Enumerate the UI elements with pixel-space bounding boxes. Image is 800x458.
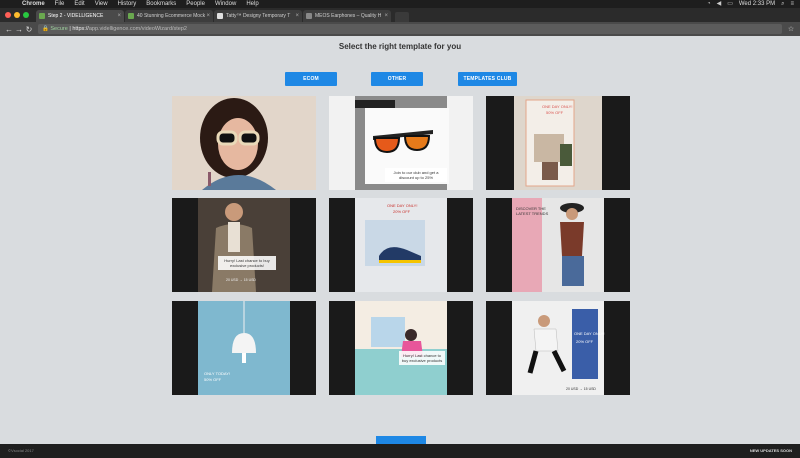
tab-close-icon[interactable]: × xyxy=(384,10,388,22)
new-updates-link[interactable]: NEW UPDATES SOON xyxy=(750,444,792,458)
template-card-sunglasses-portrait[interactable] xyxy=(172,96,316,190)
tab-label: Tatty™ Designy Temporary T xyxy=(226,13,291,19)
footer-copyright: ©Vsocial 2017 xyxy=(8,448,34,453)
card-subhead: 20% OFF xyxy=(576,339,594,344)
card-subhead: 20% OFF xyxy=(393,209,411,214)
menu-window[interactable]: Window xyxy=(215,0,236,8)
menu-view[interactable]: View xyxy=(95,0,108,8)
page-footer: ©Vsocial 2017 NEW UPDATES SOON xyxy=(0,444,800,458)
filter-ecom-button[interactable]: ECOM xyxy=(285,72,337,86)
woman-hat-image xyxy=(560,203,584,286)
bookmark-star-icon[interactable]: ☆ xyxy=(786,25,796,33)
tab-favicon-icon xyxy=(128,13,134,19)
menu-history[interactable]: History xyxy=(118,0,137,8)
url-text: app.videlligence.com/videoWizard/step2 xyxy=(88,26,187,32)
status-area: ◔ ◀ ▭ Wed 2:33 PM ⌕ ≡ xyxy=(707,0,794,8)
wifi-icon[interactable]: ◔ xyxy=(707,0,711,8)
tab-label: 40 Stunning Ecommerce Mock xyxy=(137,13,206,19)
template-card-jumping-man[interactable]: ONE DAY ONLY! 20% OFF 20 USD → 15 USD xyxy=(486,301,630,395)
template-card-jacket-man[interactable]: Hurry! Last chance to buy exclusive prod… xyxy=(172,198,316,292)
lock-icon: 🔒 xyxy=(42,26,49,32)
jumping-man-image xyxy=(527,309,598,379)
address-bar[interactable]: 🔒 Secure | https://app.videlligence.com/… xyxy=(38,24,782,34)
filter-templates-club-button[interactable]: TEMPLATES CLUB xyxy=(458,72,517,86)
card-headline: ONE DAY ONLY! xyxy=(387,203,418,208)
tab-label: Step 2 - VIDELLIGENCE xyxy=(48,13,104,19)
secure-label: Secure xyxy=(50,26,68,32)
tab-meos[interactable]: MEOS Earphones – Quality H × xyxy=(303,10,391,22)
close-window-icon[interactable] xyxy=(5,12,11,18)
card-price: 20 USD → 15 USD xyxy=(566,387,596,391)
template-filters: ECOM OTHER TEMPLATES CLUB xyxy=(0,72,800,86)
card-price: 20 USD → 15 USD xyxy=(226,278,256,282)
menu-chrome[interactable]: Chrome xyxy=(22,0,45,8)
card-subhead: 50% OFF xyxy=(546,110,564,115)
forward-icon[interactable]: → xyxy=(14,25,24,34)
back-icon[interactable]: ← xyxy=(4,25,14,34)
mac-menubar: Chrome File Edit View History Bookmarks … xyxy=(0,0,800,8)
tab-close-icon[interactable]: × xyxy=(117,10,121,22)
tab-ecommerce[interactable]: 40 Stunning Ecommerce Mock × xyxy=(125,10,213,22)
tab-favicon-icon xyxy=(306,13,312,19)
search-icon[interactable]: ⌕ xyxy=(781,0,784,8)
filter-other-button[interactable]: OTHER xyxy=(371,72,423,86)
template-card-latest-trends[interactable]: DISCOVER THE LATEST TRENDS xyxy=(486,198,630,292)
tab-close-icon[interactable]: × xyxy=(206,10,210,22)
tab-tatty[interactable]: Tatty™ Designy Temporary T × xyxy=(214,10,302,22)
new-tab-button[interactable] xyxy=(395,12,409,22)
card-caption: Hurry! Last chance to buy exclusive prod… xyxy=(218,256,276,270)
portrait-image xyxy=(172,96,316,190)
menu-people[interactable]: People xyxy=(186,0,205,8)
menu-edit[interactable]: Edit xyxy=(74,0,84,8)
minimize-window-icon[interactable] xyxy=(14,12,20,18)
lamp-image xyxy=(232,301,256,363)
reload-icon[interactable]: ↻ xyxy=(24,25,34,34)
menu-bookmarks[interactable]: Bookmarks xyxy=(146,0,176,8)
card-headline: ONE DAY ONLY! xyxy=(574,331,605,336)
illustration-image xyxy=(355,317,447,395)
card-headline: ONE DAY ONLY! xyxy=(542,104,573,109)
next-step-button[interactable] xyxy=(376,436,426,444)
card-caption: Hurry! Last chance to buy exclusive prod… xyxy=(399,351,445,365)
tab-favicon-icon xyxy=(217,13,223,19)
card-headline: ONLY TODAY! xyxy=(204,371,231,376)
template-card-club-discount[interactable]: Join to our club and get a discount up t… xyxy=(329,96,473,190)
template-card-interior-sale[interactable]: ONE DAY ONLY! 50% OFF xyxy=(486,96,630,190)
clock[interactable]: Wed 2:33 PM xyxy=(739,0,775,8)
menu-list-icon[interactable]: ≡ xyxy=(790,0,794,8)
tab-strip: Step 2 - VIDELLIGENCE × 40 Stunning Ecom… xyxy=(0,8,800,22)
battery-icon[interactable]: ▭ xyxy=(727,0,733,8)
page-title: Select the right template for you xyxy=(338,42,462,51)
tab-label: MEOS Earphones – Quality H xyxy=(315,13,382,19)
tab-favicon-icon xyxy=(39,13,45,19)
menu-help[interactable]: Help xyxy=(246,0,258,8)
maximize-window-icon[interactable] xyxy=(23,12,29,18)
card-caption: Join to our club and get a discount up t… xyxy=(385,168,447,182)
menu-file[interactable]: File xyxy=(55,0,65,8)
tab-close-icon[interactable]: × xyxy=(295,10,299,22)
template-card-sneaker[interactable]: ONE DAY ONLY! 20% OFF xyxy=(329,198,473,292)
template-card-illustration[interactable]: Hurry! Last chance to buy exclusive prod… xyxy=(329,301,473,395)
card-subhead: 50% OFF xyxy=(204,377,222,382)
template-card-lamp[interactable]: ONLY TODAY! 50% OFF xyxy=(172,301,316,395)
card-headline: DISCOVER THE LATEST TRENDS xyxy=(516,206,549,216)
window-controls xyxy=(5,12,29,18)
browser-toolbar: ← → ↻ 🔒 Secure | https://app.videlligenc… xyxy=(0,22,800,36)
tab-videlligence[interactable]: Step 2 - VIDELLIGENCE × xyxy=(36,10,124,22)
volume-icon[interactable]: ◀ xyxy=(717,0,722,8)
url-prefix: https:// xyxy=(72,26,89,32)
